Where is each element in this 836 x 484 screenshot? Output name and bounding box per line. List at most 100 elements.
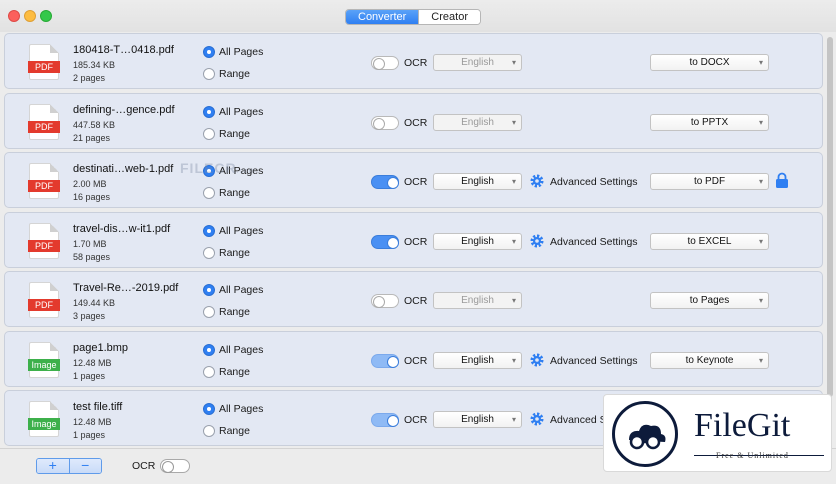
ocr-toggle[interactable]	[371, 175, 399, 189]
output-format-value: to DOCX	[689, 57, 730, 68]
language-select[interactable]: English ▾	[433, 292, 522, 309]
file-page-count: 1 pages	[73, 430, 106, 440]
language-select[interactable]: English ▾	[433, 233, 522, 250]
output-format-value: to Pages	[689, 295, 730, 306]
language-value: English	[461, 414, 494, 425]
chevron-down-icon: ▾	[758, 118, 763, 127]
range-radio[interactable]	[203, 366, 215, 378]
range-option[interactable]: Range	[203, 425, 250, 437]
output-format-select[interactable]: to PDF ▾	[650, 173, 769, 190]
range-radio[interactable]	[203, 425, 215, 437]
advanced-settings-link[interactable]: Advanced Settings	[550, 176, 638, 188]
all-pages-option[interactable]: All Pages	[203, 344, 263, 356]
minimize-window-button[interactable]	[24, 10, 36, 22]
all-pages-option[interactable]: All Pages	[203, 284, 263, 296]
all-pages-option[interactable]: All Pages	[203, 225, 263, 237]
all-pages-label: All Pages	[219, 225, 264, 237]
range-option[interactable]: Range	[203, 366, 250, 378]
close-window-button[interactable]	[8, 10, 20, 22]
language-select[interactable]: English ▾	[433, 352, 522, 369]
chevron-down-icon: ▾	[511, 296, 516, 305]
chevron-down-icon: ▾	[758, 177, 763, 186]
file-type-tag: PDF	[28, 121, 60, 133]
file-row[interactable]: PDF 180418-T…0418.pdf 185.34 KB 2 pages All …	[4, 33, 823, 89]
ocr-label: OCR	[404, 295, 428, 307]
language-select[interactable]: English ▾	[433, 114, 522, 131]
ocr-toggle[interactable]	[371, 235, 399, 249]
filegit-logo-icon	[612, 401, 678, 467]
file-size: 1.70 MB	[73, 239, 107, 249]
output-format-select[interactable]: to Keynote ▾	[650, 352, 769, 369]
chevron-down-icon: ▾	[511, 237, 516, 246]
file-type-tag: PDF	[28, 240, 60, 252]
all-pages-radio[interactable]	[203, 344, 215, 356]
ocr-label: OCR	[404, 414, 428, 426]
scrollbar[interactable]	[826, 33, 834, 446]
range-option[interactable]: Range	[203, 187, 250, 199]
gear-icon[interactable]	[529, 233, 545, 249]
file-row[interactable]: Image page1.bmp 12.48 MB 1 pages All Pages Ra…	[4, 331, 823, 387]
advanced-settings-link[interactable]: Advanced Settings	[550, 236, 638, 248]
all-pages-option[interactable]: All Pages	[203, 46, 263, 58]
all-pages-radio[interactable]	[203, 106, 215, 118]
output-format-select[interactable]: to EXCEL ▾	[650, 233, 769, 250]
add-file-button[interactable]: +	[37, 459, 69, 473]
tab-converter[interactable]: Converter	[346, 10, 419, 24]
range-option[interactable]: Range	[203, 306, 250, 318]
filegit-tagline: Free & Unlimited	[716, 451, 789, 460]
file-row[interactable]: PDF travel-dis…w-it1.pdf 1.70 MB 58 pages Al…	[4, 212, 823, 268]
ocr-toggle[interactable]	[371, 116, 399, 130]
language-select[interactable]: English ▾	[433, 54, 522, 71]
all-pages-label: All Pages	[219, 106, 264, 118]
all-pages-label: All Pages	[219, 344, 264, 356]
range-radio[interactable]	[203, 306, 215, 318]
range-radio[interactable]	[203, 247, 215, 259]
ocr-toggle[interactable]	[371, 354, 399, 368]
gear-icon[interactable]	[529, 352, 545, 368]
scrollbar-thumb[interactable]	[827, 37, 833, 397]
output-format-value: to Keynote	[685, 355, 734, 366]
all-pages-radio[interactable]	[203, 225, 215, 237]
chevron-down-icon: ▾	[511, 58, 516, 67]
gear-icon[interactable]	[529, 411, 545, 427]
file-row[interactable]: PDF Travel-Re…-2019.pdf 149.44 KB 3 pages Al…	[4, 271, 823, 327]
range-radio[interactable]	[203, 187, 215, 199]
range-option[interactable]: Range	[203, 128, 250, 140]
all-pages-label: All Pages	[219, 284, 264, 296]
lock-icon[interactable]	[775, 172, 789, 189]
language-select[interactable]: English ▾	[433, 411, 522, 428]
chevron-down-icon: ▾	[511, 356, 516, 365]
ocr-label: OCR	[404, 176, 428, 188]
language-select[interactable]: English ▾	[433, 173, 522, 190]
file-name: test file.tiff	[73, 401, 123, 413]
file-size: 12.48 MB	[73, 417, 112, 427]
zoom-window-button[interactable]	[40, 10, 52, 22]
file-size: 447.58 KB	[73, 120, 116, 130]
output-format-select[interactable]: to PPTX ▾	[650, 114, 769, 131]
range-radio[interactable]	[203, 68, 215, 80]
all-pages-radio[interactable]	[203, 403, 215, 415]
global-ocr-toggle[interactable]	[160, 459, 190, 473]
all-pages-option[interactable]: All Pages	[203, 403, 263, 415]
output-format-select[interactable]: to Pages ▾	[650, 292, 769, 309]
range-option[interactable]: Range	[203, 68, 250, 80]
all-pages-radio[interactable]	[203, 46, 215, 58]
advanced-settings-link[interactable]: Advanced S	[550, 414, 607, 426]
range-option[interactable]: Range	[203, 247, 250, 259]
remove-file-button[interactable]: −	[68, 459, 101, 473]
language-value: English	[461, 236, 494, 247]
file-row[interactable]: PDF destinati…web-1.pdf 2.00 MB 16 pages All…	[4, 152, 823, 208]
ocr-toggle[interactable]	[371, 56, 399, 70]
ocr-toggle[interactable]	[371, 413, 399, 427]
all-pages-option[interactable]: All Pages	[203, 106, 263, 118]
gear-icon[interactable]	[529, 173, 545, 189]
tab-creator[interactable]: Creator	[418, 10, 480, 24]
range-label: Range	[219, 68, 250, 80]
range-label: Range	[219, 247, 250, 259]
output-format-select[interactable]: to DOCX ▾	[650, 54, 769, 71]
range-radio[interactable]	[203, 128, 215, 140]
file-row[interactable]: PDF defining-…gence.pdf 447.58 KB 21 pages A…	[4, 93, 823, 149]
all-pages-radio[interactable]	[203, 284, 215, 296]
ocr-toggle[interactable]	[371, 294, 399, 308]
advanced-settings-link[interactable]: Advanced Settings	[550, 355, 638, 367]
